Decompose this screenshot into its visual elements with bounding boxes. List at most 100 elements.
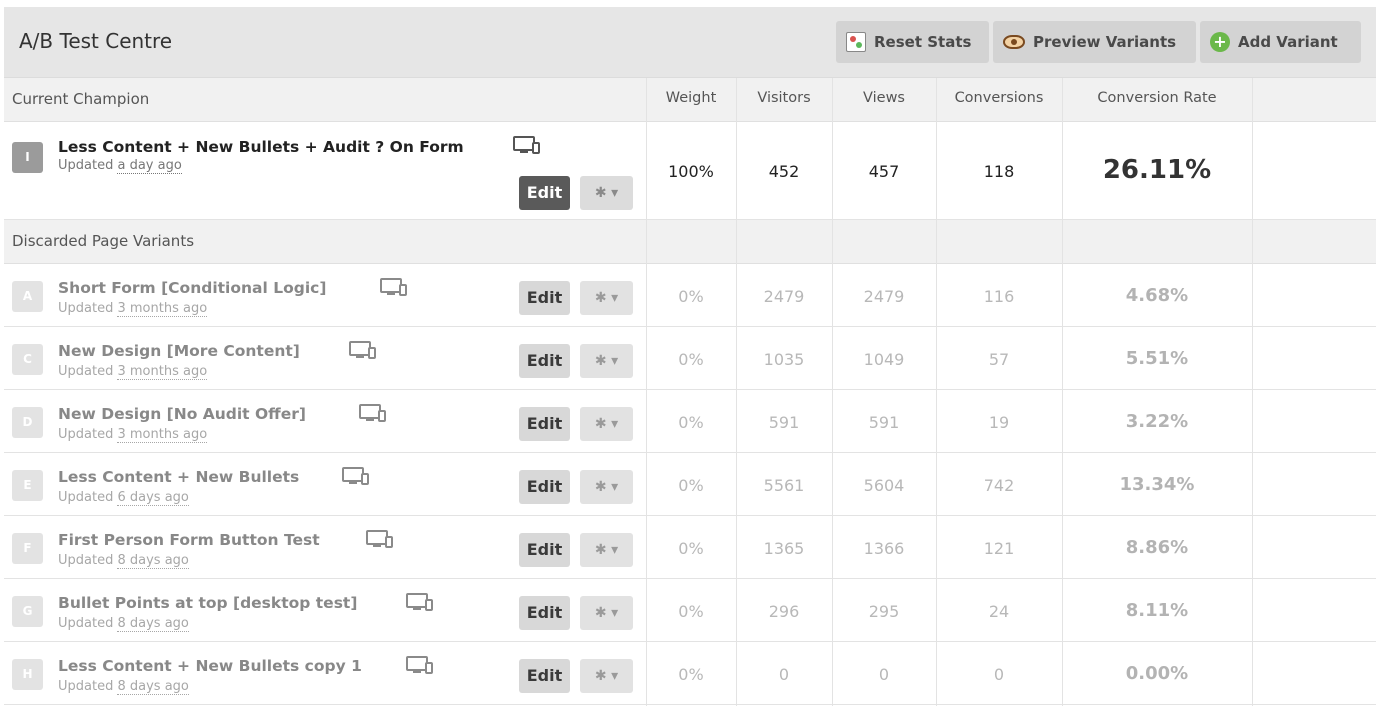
add-variant-button[interactable]: + Add Variant bbox=[1200, 21, 1361, 63]
variant-badge: E bbox=[12, 470, 43, 501]
variant-badge: C bbox=[12, 344, 43, 375]
edit-button[interactable]: Edit bbox=[519, 533, 570, 567]
plus-circle-icon: + bbox=[1210, 32, 1230, 52]
weight-value: 0% bbox=[678, 476, 704, 495]
conversions-value: 742 bbox=[983, 476, 1015, 495]
edit-button[interactable]: Edit bbox=[519, 344, 570, 378]
variant-name[interactable]: First Person Form Button Test bbox=[58, 531, 320, 549]
variant-name[interactable]: New Design [More Content] bbox=[58, 342, 300, 360]
desktop-mobile-icon bbox=[359, 404, 387, 424]
visitors-value: 1365 bbox=[763, 539, 805, 558]
edit-button[interactable]: Edit bbox=[519, 281, 570, 315]
variant-row: H Less Content + New Bullets copy 1 Upda… bbox=[4, 642, 1376, 705]
conversions-value: 24 bbox=[988, 602, 1010, 621]
weight-value: 0% bbox=[678, 539, 704, 558]
page-title: A/B Test Centre bbox=[19, 29, 173, 53]
variant-name[interactable]: Less Content + New Bullets bbox=[58, 468, 299, 486]
views-value: 1366 bbox=[863, 539, 905, 558]
conversions-value: 121 bbox=[983, 539, 1015, 558]
variant-updated: Updated 3 months ago bbox=[58, 427, 208, 443]
conversions-value: 57 bbox=[988, 350, 1010, 369]
gear-dropdown-button[interactable]: ✱ ▾ bbox=[580, 533, 633, 567]
visitors-value: 591 bbox=[768, 413, 800, 432]
champion-row: I Less Content + New Bullets + Audit ? O… bbox=[4, 122, 1376, 220]
variant-row: F First Person Form Button Test Updated … bbox=[4, 516, 1376, 579]
discarded-section-header: Discarded Page Variants bbox=[4, 220, 1376, 264]
views-value: 2479 bbox=[863, 287, 905, 306]
variant-name[interactable]: Less Content + New Bullets + Audit ? On … bbox=[58, 138, 464, 156]
desktop-mobile-icon bbox=[513, 136, 541, 156]
page-header: A/B Test Centre Reset Stats Preview Vari… bbox=[4, 7, 1376, 78]
gear-dropdown-button[interactable]: ✱ ▾ bbox=[580, 596, 633, 630]
gear-dropdown-button[interactable]: ✱ ▾ bbox=[580, 470, 633, 504]
weight-value: 100% bbox=[668, 162, 714, 181]
preview-variants-label: Preview Variants bbox=[1033, 33, 1177, 51]
desktop-mobile-icon bbox=[380, 278, 408, 298]
variant-updated: Updated 8 days ago bbox=[58, 553, 189, 569]
column-conversions: Conversions bbox=[954, 90, 1044, 106]
current-champion-heading: Current Champion bbox=[12, 90, 150, 108]
column-divider bbox=[1062, 78, 1063, 706]
views-value: 0 bbox=[878, 665, 890, 684]
edit-button[interactable]: Edit bbox=[519, 407, 570, 441]
column-divider bbox=[736, 78, 737, 706]
gear-dropdown-button[interactable]: ✱ ▾ bbox=[580, 344, 633, 378]
edit-button[interactable]: Edit bbox=[519, 470, 570, 504]
variant-row: G Bullet Points at top [desktop test] Up… bbox=[4, 579, 1376, 642]
views-value: 1049 bbox=[863, 350, 905, 369]
gear-dropdown-button[interactable]: ✱ ▾ bbox=[580, 659, 633, 693]
variant-row: A Short Form [Conditional Logic] Updated… bbox=[4, 264, 1376, 327]
variant-badge: A bbox=[12, 281, 43, 312]
variant-name[interactable]: Bullet Points at top [desktop test] bbox=[58, 594, 357, 612]
variant-row: C New Design [More Content] Updated 3 mo… bbox=[4, 327, 1376, 390]
weight-value: 0% bbox=[678, 413, 704, 432]
gear-dropdown-button[interactable]: ✱ ▾ bbox=[580, 407, 633, 441]
weight-value: 0% bbox=[678, 665, 704, 684]
visitors-value: 0 bbox=[778, 665, 790, 684]
gear-dropdown-button[interactable]: ✱ ▾ bbox=[580, 176, 633, 210]
variant-updated: Updated 3 months ago bbox=[58, 364, 208, 380]
variant-updated: Updated 3 months ago bbox=[58, 301, 208, 317]
variant-row: D New Design [No Audit Offer] Updated 3 … bbox=[4, 390, 1376, 453]
desktop-mobile-icon bbox=[406, 593, 434, 613]
variant-row: E Less Content + New Bullets Updated 6 d… bbox=[4, 453, 1376, 516]
variant-badge: G bbox=[12, 596, 43, 627]
gear-dropdown-button[interactable]: ✱ ▾ bbox=[580, 281, 633, 315]
column-conversion-rate: Conversion Rate bbox=[1097, 90, 1217, 106]
conversion-rate-value: 4.68% bbox=[1125, 285, 1189, 306]
variant-updated: Updated 8 days ago bbox=[58, 679, 189, 695]
conversions-value: 116 bbox=[983, 287, 1015, 306]
reset-stats-button[interactable]: Reset Stats bbox=[836, 21, 989, 63]
preview-variants-button[interactable]: Preview Variants bbox=[993, 21, 1196, 63]
desktop-mobile-icon bbox=[349, 341, 377, 361]
views-value: 295 bbox=[868, 602, 900, 621]
edit-button[interactable]: Edit bbox=[519, 596, 570, 630]
conversion-rate-value: 26.11% bbox=[1102, 155, 1212, 185]
variant-badge: F bbox=[12, 533, 43, 564]
variant-name[interactable]: Short Form [Conditional Logic] bbox=[58, 279, 326, 297]
conversion-rate-value: 5.51% bbox=[1125, 348, 1189, 369]
eye-icon bbox=[1003, 35, 1025, 49]
add-variant-label: Add Variant bbox=[1238, 33, 1338, 51]
reset-stats-icon bbox=[846, 32, 866, 52]
edit-button[interactable]: Edit bbox=[519, 659, 570, 693]
visitors-value: 2479 bbox=[763, 287, 805, 306]
variant-name[interactable]: Less Content + New Bullets copy 1 bbox=[58, 657, 362, 675]
column-views: Views bbox=[863, 90, 905, 106]
variant-updated: Updated 6 days ago bbox=[58, 490, 189, 506]
conversions-value: 118 bbox=[983, 162, 1015, 181]
conversion-rate-value: 3.22% bbox=[1125, 411, 1189, 432]
column-weight: Weight bbox=[665, 90, 717, 106]
column-divider bbox=[832, 78, 833, 706]
visitors-value: 5561 bbox=[763, 476, 805, 495]
conversion-rate-value: 8.11% bbox=[1125, 600, 1189, 621]
weight-value: 0% bbox=[678, 350, 704, 369]
conversion-rate-value: 13.34% bbox=[1119, 474, 1195, 495]
conversions-value: 19 bbox=[988, 413, 1010, 432]
column-divider bbox=[1252, 78, 1253, 706]
edit-button[interactable]: Edit bbox=[519, 176, 570, 210]
weight-value: 0% bbox=[678, 602, 704, 621]
variant-name[interactable]: New Design [No Audit Offer] bbox=[58, 405, 306, 423]
variant-badge: I bbox=[12, 142, 43, 173]
visitors-value: 452 bbox=[768, 162, 800, 181]
